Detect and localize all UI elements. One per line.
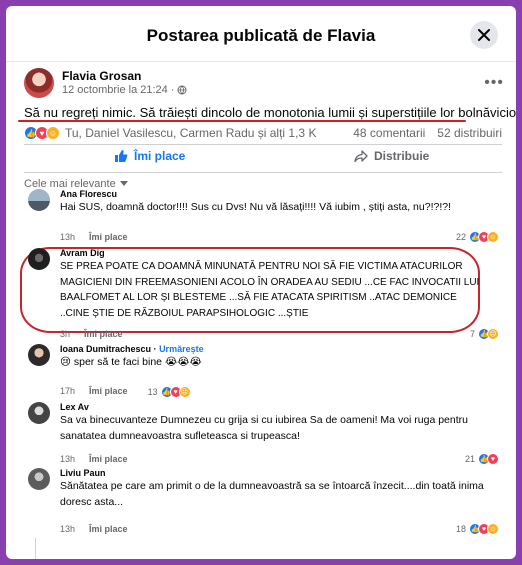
comment-like-button[interactable]: Îmi place — [89, 454, 128, 464]
comment-text-line: 😢 sper să te faci bine 😭😭😭 — [60, 355, 496, 371]
follow-button[interactable]: Urmărește — [159, 344, 204, 354]
sad-reaction-icon: ☹ — [178, 386, 191, 398]
comment-text: sper să te faci bine — [73, 356, 163, 368]
sad-reaction-icon: ☹ — [487, 328, 499, 340]
comment-meta: 3h Îmi place — [60, 329, 123, 339]
meta-separator: · — [153, 344, 157, 354]
comment-like-button[interactable]: Îmi place — [89, 524, 128, 534]
shares-count[interactable]: 52 distribuiri — [437, 126, 502, 140]
reaction-count: 13 — [147, 387, 158, 397]
sad-emoji-icon: 😢 — [60, 356, 71, 368]
comment-author[interactable]: Lex Av — [60, 402, 496, 412]
comment-time[interactable]: 17h — [60, 386, 75, 398]
comment-time[interactable]: 13h — [60, 232, 75, 242]
share-icon — [354, 150, 368, 163]
dialog-header: Postarea publicată de Flavia — [6, 6, 516, 62]
comment-reactions[interactable]: 21 👍 ♥ — [464, 453, 499, 465]
avatar[interactable] — [24, 68, 54, 98]
like-button[interactable]: Îmi place — [114, 149, 185, 163]
post-date[interactable]: 12 octombrie la 21:24 — [62, 84, 168, 96]
comment-like-button[interactable]: Îmi place — [89, 232, 128, 242]
more-icon: ••• — [484, 74, 504, 91]
close-icon — [478, 29, 490, 41]
post-stats: 👍 ♥ ☺ Tu, Daniel Vasilescu, Carmen Radu … — [24, 126, 502, 142]
globe-icon — [177, 85, 187, 95]
share-label: Distribuie — [374, 149, 430, 163]
comment-time[interactable]: 13h — [60, 454, 75, 464]
comment-author[interactable]: Ioana Dumitrachescu — [60, 344, 151, 354]
caret-down-icon — [119, 181, 128, 186]
comment-time[interactable]: 3h — [60, 329, 70, 339]
thumbs-up-icon — [115, 150, 128, 162]
comment-item: Ana Florescu Hai SUS, doamnă doctor!!!! … — [24, 189, 502, 243]
more-options-button[interactable]: ••• — [484, 74, 504, 92]
next-comment-hint — [35, 538, 36, 559]
post-header: Flavia Grosan 12 octombrie la 21:24 · ••… — [24, 68, 504, 102]
reactions-names: Tu, Daniel Vasilescu, Carmen Radu și alț… — [65, 126, 317, 140]
meta-separator: · — [170, 84, 175, 96]
avatar[interactable] — [28, 402, 50, 424]
avatar[interactable] — [28, 248, 50, 270]
comment-meta: 17h Îmi place 13 👍 ♥ ☹ — [60, 386, 191, 398]
care-reaction-icon: ☺ — [487, 231, 499, 243]
post-dialog: Postarea publicată de Flavia Flavia Gros… — [6, 6, 516, 559]
post-meta: 12 octombrie la 21:24 · — [62, 84, 187, 96]
comment-author[interactable]: Liviu Paun — [60, 468, 496, 478]
avatar[interactable] — [28, 189, 50, 211]
comment-text: Hai SUS, doamnă doctor!!!! Sus cu Dvs! N… — [60, 201, 452, 213]
comment-text: SE PREA POATE CA DOAMNĂ MINUNATĂ PENTRU … — [60, 261, 480, 319]
avatar[interactable] — [28, 468, 50, 490]
close-button[interactable] — [470, 21, 498, 49]
reaction-count: 22 — [455, 232, 466, 242]
comment-sort-dropdown[interactable]: Cele mai relevante — [24, 172, 502, 190]
comment-time[interactable]: 13h — [60, 524, 75, 534]
comment-item: Avram Dig SE PREA POATE CA DOAMNĂ MINUNA… — [24, 248, 502, 340]
reaction-count: 7 — [469, 329, 475, 339]
comment-meta: 13h Îmi place — [60, 524, 128, 534]
like-label: Îmi place — [134, 149, 186, 163]
comment-meta: 13h Îmi place — [60, 454, 128, 464]
reaction-count: 18 — [455, 524, 466, 534]
care-reaction-icon: ☺ — [46, 126, 60, 140]
reactions-summary[interactable]: 👍 ♥ ☺ Tu, Daniel Vasilescu, Carmen Radu … — [24, 126, 316, 140]
comment-author[interactable]: Avram Dig — [60, 248, 480, 258]
comment-reactions[interactable]: 22 👍 ♥ ☺ — [455, 231, 499, 243]
post-text-content: Să nu regreți nimic. Să trăiești dincolo… — [24, 105, 516, 120]
crying-emoji-icon: 😭😭😭 — [164, 356, 202, 368]
reaction-count: 21 — [464, 454, 475, 464]
post-actions: Îmi place Distribuie — [24, 144, 502, 168]
comment-reactions[interactable]: 18 👍 ♥ ☺ — [455, 523, 499, 535]
comment-text: Sănătatea pe care am primit o de la dumn… — [60, 480, 484, 508]
author-name[interactable]: Flavia Grosan — [62, 69, 141, 83]
comment-item: Lex Av Sa va binecuvanteze Dumnezeu cu g… — [24, 402, 502, 465]
comment-reactions[interactable]: 7 👍 ☹ — [469, 328, 499, 340]
comment-item: Liviu Paun Sănătatea pe care am primit o… — [24, 468, 502, 535]
comments-count[interactable]: 48 comentarii — [353, 126, 425, 140]
comment-meta: 13h Îmi place — [60, 232, 128, 242]
highlight-underline — [18, 120, 466, 122]
post-text: Să nu regreți nimic. Să trăiești dincolo… — [24, 105, 516, 121]
comment-reactions[interactable]: 13 👍 ♥ ☹ — [147, 386, 191, 398]
comment-text: Sa va binecuvanteze Dumnezeu cu grija si… — [60, 414, 468, 442]
comment-item: Ioana Dumitrachescu · Urmărește 😢 sper s… — [24, 344, 502, 398]
dialog-title: Postarea publicată de Flavia — [146, 26, 376, 45]
comment-author[interactable]: Ana Florescu — [60, 189, 496, 199]
comment-like-button[interactable]: Îmi place — [84, 329, 123, 339]
comment-like-button[interactable]: Îmi place — [89, 386, 128, 398]
avatar[interactable] — [28, 344, 50, 366]
care-reaction-icon: ☺ — [487, 523, 499, 535]
love-reaction-icon: ♥ — [487, 453, 499, 465]
share-button[interactable]: Distribuie — [354, 149, 429, 163]
comment-author-line: Ioana Dumitrachescu · Urmărește — [60, 344, 496, 354]
